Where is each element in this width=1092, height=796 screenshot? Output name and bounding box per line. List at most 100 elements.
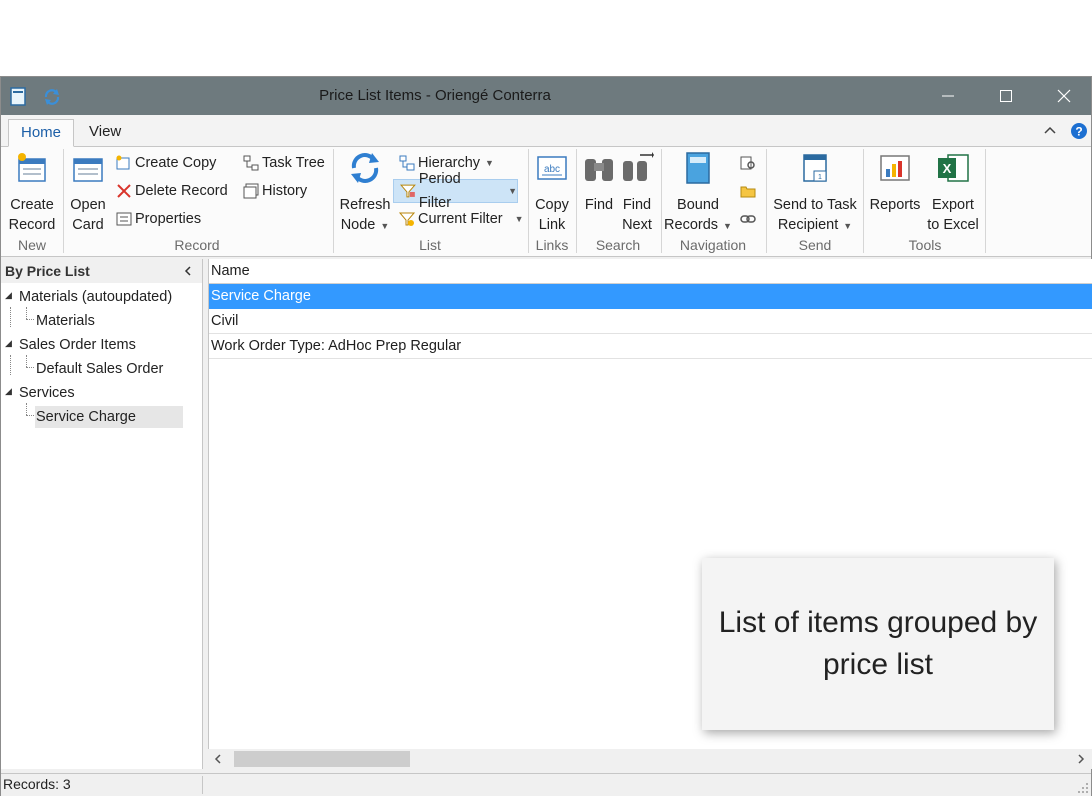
group-label-links: Links <box>535 237 569 253</box>
title-bar: Price List Items - Oriengé Conterra <box>1 77 1091 115</box>
expand-arrow-icon[interactable]: ◢ <box>5 386 12 397</box>
tree-node-default-sales-order[interactable]: Default Sales Order <box>36 358 163 380</box>
tree-node-services[interactable]: Services <box>19 382 75 404</box>
find-next-label-2: Next <box>622 217 652 233</box>
group-label-list: List <box>419 237 441 253</box>
tree-node-materials[interactable]: Materials <box>36 310 95 332</box>
find-button[interactable]: Find <box>580 151 618 215</box>
price-list-tree-panel: By Price List ◢ Materials (autoupdated) … <box>1 259 203 769</box>
tree-connector <box>26 355 27 367</box>
reports-label: Reports <box>869 197 921 213</box>
tree-node-sales-order-items[interactable]: Sales Order Items <box>19 334 136 356</box>
collapse-panel-icon[interactable] <box>183 266 193 276</box>
period-filter-icon <box>400 184 416 198</box>
table-row[interactable]: Civil <box>209 309 1092 334</box>
group-label-send: Send <box>798 237 832 253</box>
annotation-callout: List of items grouped by price list <box>702 558 1054 730</box>
export-to-excel-button[interactable]: X Export to Excel <box>923 151 983 235</box>
svg-text:X: X <box>943 161 952 176</box>
history-button[interactable]: History <box>243 179 307 203</box>
refresh-node-label-2: Node <box>340 217 376 233</box>
expand-arrow-icon[interactable]: ◢ <box>5 290 12 301</box>
open-card-label-1: Open <box>70 197 106 213</box>
delete-record-button[interactable]: Delete Record <box>116 179 228 203</box>
task-tree-button[interactable]: Task Tree <box>243 151 325 175</box>
bound-records-label-1: Bound <box>677 197 719 213</box>
find-next-icon <box>623 152 654 181</box>
tab-home[interactable]: Home <box>8 119 75 147</box>
copy-link-label-1: Copy <box>535 197 569 213</box>
table-row[interactable]: Work Order Type: AdHoc Prep Regular <box>209 334 1092 359</box>
minimize-button[interactable] <box>919 77 977 115</box>
status-divider <box>202 776 203 794</box>
binoculars-icon <box>585 159 613 181</box>
card-icon <box>73 158 103 182</box>
folder-icon[interactable] <box>740 183 756 199</box>
ribbon: Create Record New Open Card Create Copy … <box>1 147 1091 257</box>
svg-text:abc: abc <box>544 164 560 175</box>
tree-connector <box>26 367 34 368</box>
send-to-task-label-1: Send to Task <box>773 197 857 213</box>
find-in-tree-icon[interactable] <box>740 155 756 171</box>
dropdown-arrow-icon: ▼ <box>514 214 524 224</box>
reports-button[interactable]: Reports <box>867 151 923 215</box>
copy-link-button[interactable]: abc Copy Link <box>531 151 573 235</box>
svg-text:1: 1 <box>818 174 822 181</box>
tab-view[interactable]: View <box>77 119 133 147</box>
ribbon-separator <box>985 149 986 253</box>
send-to-task-recipient-button[interactable]: 1 Send to Task Recipient ▼ <box>769 151 861 236</box>
refresh-node-icon <box>351 153 379 183</box>
properties-button[interactable]: Properties <box>116 207 201 231</box>
expand-arrow-icon[interactable]: ◢ <box>5 338 12 349</box>
current-filter-label: Current Filter <box>418 211 503 227</box>
copy-link-label-2: Link <box>538 217 566 233</box>
dropdown-arrow-icon: ▼ <box>508 186 517 196</box>
help-icon[interactable]: ? <box>1070 122 1088 140</box>
export-to-excel-label-1: Export <box>932 197 974 213</box>
minimize-icon <box>942 95 954 97</box>
panel-title: By Price List <box>5 263 90 279</box>
scroll-right-icon[interactable] <box>1076 754 1086 764</box>
scroll-left-icon[interactable] <box>213 754 223 764</box>
current-filter-button[interactable]: Current Filter ▼ <box>399 207 524 231</box>
refresh-node-button[interactable]: Refresh Node ▼ <box>337 151 393 236</box>
tree-node-materials-autoupdated[interactable]: Materials (autoupdated) <box>19 286 172 308</box>
ribbon-tabs: Home View ? <box>1 115 1091 147</box>
create-record-button[interactable]: Create Record <box>5 151 59 235</box>
create-record-label-2: Record <box>8 217 56 233</box>
maximize-button[interactable] <box>977 77 1035 115</box>
find-next-button[interactable]: Find Next <box>618 151 656 235</box>
link-icon[interactable] <box>740 211 756 227</box>
tree-connector <box>26 403 27 415</box>
properties-icon <box>116 212 132 226</box>
resize-grip-icon[interactable] <box>1077 782 1089 794</box>
tree-node-service-charge[interactable]: Service Charge <box>35 406 183 428</box>
bound-records-icon <box>686 152 710 184</box>
history-icon <box>243 183 259 199</box>
group-label-record: Record <box>174 237 220 253</box>
refresh-node-label-1: Refresh <box>339 197 391 213</box>
send-to-task-label-2: Recipient <box>777 217 839 233</box>
maximize-icon <box>1000 90 1012 102</box>
new-record-icon <box>18 153 46 182</box>
group-label-new: New <box>17 237 46 253</box>
open-card-button[interactable]: Open Card <box>65 151 111 235</box>
table-row[interactable]: Service Charge <box>209 284 1092 309</box>
history-label: History <box>262 183 308 199</box>
scrollbar-thumb[interactable] <box>234 751 410 767</box>
collapse-ribbon-icon[interactable] <box>1044 125 1056 135</box>
delete-icon <box>117 184 131 198</box>
close-icon <box>1057 89 1071 103</box>
reports-icon <box>880 155 910 181</box>
tree-connector <box>26 319 34 320</box>
horizontal-scrollbar[interactable] <box>208 749 1092 769</box>
callout-text: List of items grouped by price list <box>718 606 1038 681</box>
dropdown-arrow-icon: ▼ <box>380 221 390 231</box>
create-copy-button[interactable]: Create Copy <box>116 151 216 175</box>
excel-icon: X <box>938 154 969 182</box>
window-title: Price List Items - Oriengé Conterra <box>319 87 551 104</box>
close-button[interactable] <box>1035 77 1092 115</box>
period-filter-button[interactable]: Period Filter ▼ <box>393 171 518 211</box>
column-header-name[interactable]: Name <box>209 259 1092 284</box>
bound-records-button[interactable]: Bound Records ▼ <box>664 151 732 236</box>
